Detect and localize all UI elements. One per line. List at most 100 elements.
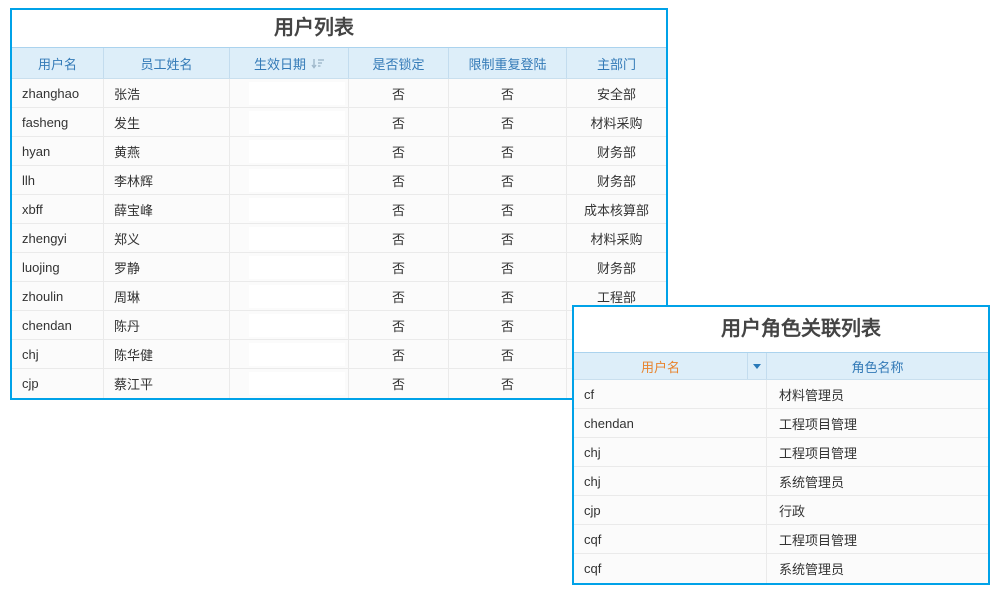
restrict-login-cell: 否 (449, 224, 567, 252)
employee-name-cell: 陈丹 (104, 311, 230, 339)
is-locked-cell: 否 (349, 224, 449, 252)
department-cell: 材料采购 (567, 224, 666, 252)
employee-name-cell: 黄燕 (104, 137, 230, 165)
table-row[interactable]: cjp行政 (574, 496, 988, 525)
role-name-cell: 行政 (767, 496, 988, 524)
is-locked-cell: 否 (349, 311, 449, 339)
username-cell: zhanghao (12, 79, 104, 107)
table-row[interactable]: cqf系统管理员 (574, 554, 988, 583)
role-username-cell: cjp (574, 496, 767, 524)
user-list-panel: 用户列表 用户名 员工姓名 生效日期 是否锁定 限制重复登陆 主部门 zh (10, 8, 668, 400)
department-cell: 财务部 (567, 253, 666, 281)
username-cell: zhengyi (12, 224, 104, 252)
username-cell: llh (12, 166, 104, 194)
column-header-role-username[interactable]: 用户名 (574, 353, 748, 379)
restrict-login-cell: 否 (449, 369, 567, 398)
effective-date-input[interactable] (249, 169, 345, 192)
role-username-cell: chendan (574, 409, 767, 437)
effective-date-cell (230, 253, 349, 281)
column-header-username[interactable]: 用户名 (12, 48, 104, 78)
effective-date-input[interactable] (249, 140, 345, 163)
column-header-main-department[interactable]: 主部门 (567, 48, 666, 78)
table-row[interactable]: llh李林辉否否财务部 (12, 166, 666, 195)
table-row[interactable]: luojing罗静否否财务部 (12, 253, 666, 282)
is-locked-cell: 否 (349, 108, 449, 136)
username-cell: xbff (12, 195, 104, 223)
restrict-login-cell: 否 (449, 195, 567, 223)
employee-name-cell: 郑义 (104, 224, 230, 252)
table-row[interactable]: xbff薛宝峰否否成本核算部 (12, 195, 666, 224)
effective-date-input[interactable] (249, 314, 345, 337)
department-cell: 安全部 (567, 79, 666, 107)
username-cell: hyan (12, 137, 104, 165)
table-row[interactable]: zhoulin周琳否否工程部 (12, 282, 666, 311)
user-role-title: 用户角色关联列表 (594, 307, 1000, 352)
column-header-effective-date[interactable]: 生效日期 (230, 48, 349, 78)
table-row[interactable]: fasheng发生否否材料采购 (12, 108, 666, 137)
effective-date-cell (230, 137, 349, 165)
role-username-cell: cqf (574, 554, 767, 583)
table-row[interactable]: hyan黄燕否否财务部 (12, 137, 666, 166)
is-locked-cell: 否 (349, 195, 449, 223)
username-filter-cell[interactable] (748, 353, 767, 379)
is-locked-cell: 否 (349, 137, 449, 165)
user-list-title: 用户列表 (0, 10, 641, 47)
dropdown-arrow-icon[interactable] (753, 364, 761, 369)
table-row[interactable]: zhengyi郑义否否材料采购 (12, 224, 666, 253)
effective-date-cell (230, 340, 349, 368)
role-name-cell: 系统管理员 (767, 467, 988, 495)
column-header-role-name[interactable]: 角色名称 (767, 353, 988, 379)
table-row[interactable]: cqf工程项目管理 (574, 525, 988, 554)
department-cell: 成本核算部 (567, 195, 666, 223)
is-locked-cell: 否 (349, 369, 449, 398)
username-cell: chendan (12, 311, 104, 339)
is-locked-cell: 否 (349, 166, 449, 194)
effective-date-input[interactable] (249, 227, 345, 250)
user-role-body: cf材料管理员chendan工程项目管理chj工程项目管理chj系统管理员cjp… (574, 380, 988, 583)
column-header-is-locked[interactable]: 是否锁定 (349, 48, 449, 78)
role-username-cell: cf (574, 380, 767, 408)
employee-name-cell: 周琳 (104, 282, 230, 310)
employee-name-cell: 李林辉 (104, 166, 230, 194)
employee-name-cell: 张浩 (104, 79, 230, 107)
table-row[interactable]: chj工程项目管理 (574, 438, 988, 467)
effective-date-cell (230, 166, 349, 194)
restrict-login-cell: 否 (449, 79, 567, 107)
table-row[interactable]: chj系统管理员 (574, 467, 988, 496)
is-locked-cell: 否 (349, 253, 449, 281)
effective-date-input[interactable] (249, 343, 345, 366)
restrict-login-cell: 否 (449, 108, 567, 136)
table-row[interactable]: chendan陈丹否否 (12, 311, 666, 340)
is-locked-cell: 否 (349, 340, 449, 368)
sort-amount-icon[interactable] (311, 58, 324, 69)
restrict-login-cell: 否 (449, 340, 567, 368)
username-cell: cjp (12, 369, 104, 398)
table-row[interactable]: cjp蔡江平否否 (12, 369, 666, 398)
table-row[interactable]: chendan工程项目管理 (574, 409, 988, 438)
restrict-login-cell: 否 (449, 166, 567, 194)
department-cell: 财务部 (567, 166, 666, 194)
role-name-cell: 工程项目管理 (767, 525, 988, 553)
user-list-header: 用户名 员工姓名 生效日期 是否锁定 限制重复登陆 主部门 (12, 47, 666, 79)
effective-date-input[interactable] (249, 372, 345, 395)
effective-date-input[interactable] (249, 111, 345, 134)
username-cell: fasheng (12, 108, 104, 136)
effective-date-cell (230, 369, 349, 398)
role-name-cell: 材料管理员 (767, 380, 988, 408)
column-header-employee-name[interactable]: 员工姓名 (104, 48, 230, 78)
user-list-body: zhanghao张浩否否安全部fasheng发生否否材料采购hyan黄燕否否财务… (12, 79, 666, 398)
role-username-cell: chj (574, 467, 767, 495)
user-role-header: 用户名 角色名称 (574, 352, 988, 380)
effective-date-input[interactable] (249, 82, 345, 105)
department-cell: 财务部 (567, 137, 666, 165)
table-row[interactable]: chj陈华健否否 (12, 340, 666, 369)
table-row[interactable]: zhanghao张浩否否安全部 (12, 79, 666, 108)
role-username-cell: chj (574, 438, 767, 466)
table-row[interactable]: cf材料管理员 (574, 380, 988, 409)
effective-date-input[interactable] (249, 256, 345, 279)
department-cell: 材料采购 (567, 108, 666, 136)
effective-date-input[interactable] (249, 198, 345, 221)
column-header-restrict-duplicate-login[interactable]: 限制重复登陆 (449, 48, 567, 78)
effective-date-cell (230, 282, 349, 310)
effective-date-input[interactable] (249, 285, 345, 308)
